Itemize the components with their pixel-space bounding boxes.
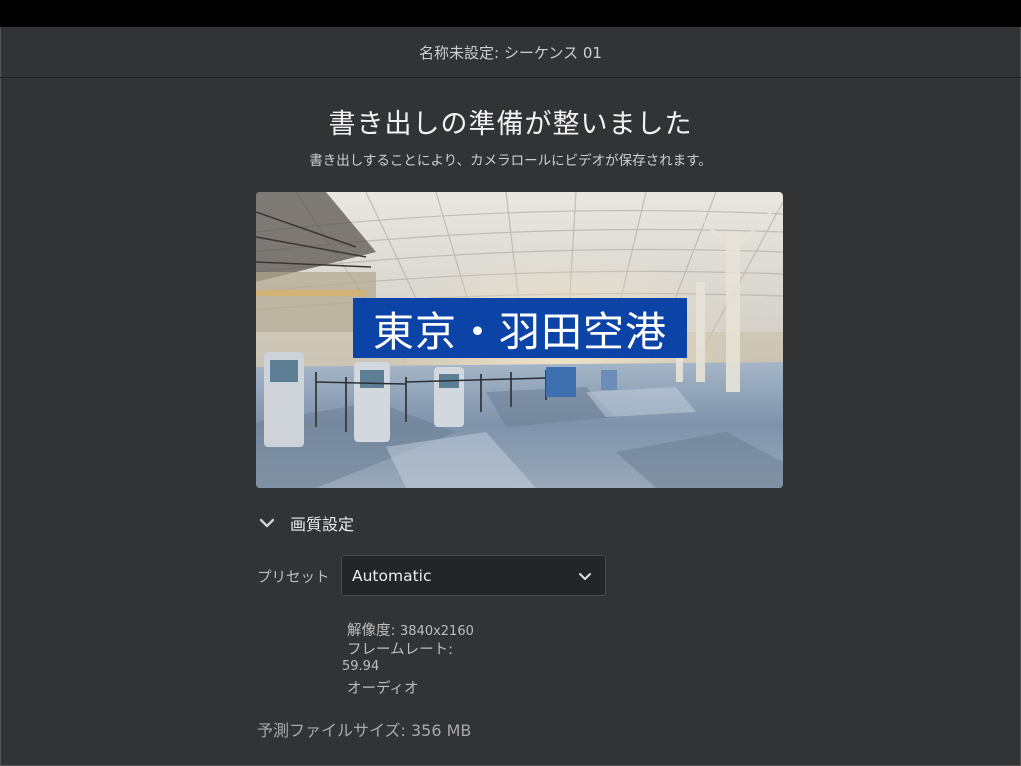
quality-settings-toggle[interactable]: 画質設定 bbox=[256, 510, 354, 536]
framerate-label: フレームレート: bbox=[347, 642, 453, 658]
window-title: 名称未設定: シーケンス 01 bbox=[419, 43, 602, 62]
audio-label: オーディオ bbox=[347, 681, 419, 697]
resolution-value: 3840x2160 bbox=[400, 624, 474, 639]
preset-dropdown[interactable]: Automatic bbox=[341, 555, 606, 596]
preview-title-overlay: 東京・羽田空港 bbox=[353, 298, 687, 358]
page-title: 書き出しの準備が整いました bbox=[328, 109, 693, 140]
preset-label: プリセット bbox=[257, 570, 330, 586]
quality-settings-label: 画質設定 bbox=[290, 515, 355, 534]
filesize-value: 356 MB bbox=[411, 721, 472, 740]
chevron-down-icon bbox=[259, 518, 275, 528]
page-subtitle: 書き出しすることにより、カメラロールにビデオが保存されます。 bbox=[309, 153, 712, 169]
resolution-label: 解像度: bbox=[347, 623, 400, 639]
title-bar: 名称未設定: シーケンス 01 bbox=[0, 27, 1021, 78]
chevron-down-icon bbox=[579, 572, 591, 580]
estimated-filesize: 予測ファイルサイズ: 356 MB bbox=[257, 717, 471, 741]
framerate-value: 59.94 bbox=[342, 659, 380, 674]
filesize-label: 予測ファイルサイズ: bbox=[257, 721, 411, 740]
resolution-info: 解像度: 3840x2160 bbox=[347, 619, 474, 640]
top-system-bar bbox=[0, 0, 1021, 27]
video-preview: 東京・羽田空港 bbox=[256, 192, 783, 488]
preset-value: Automatic bbox=[352, 566, 432, 585]
